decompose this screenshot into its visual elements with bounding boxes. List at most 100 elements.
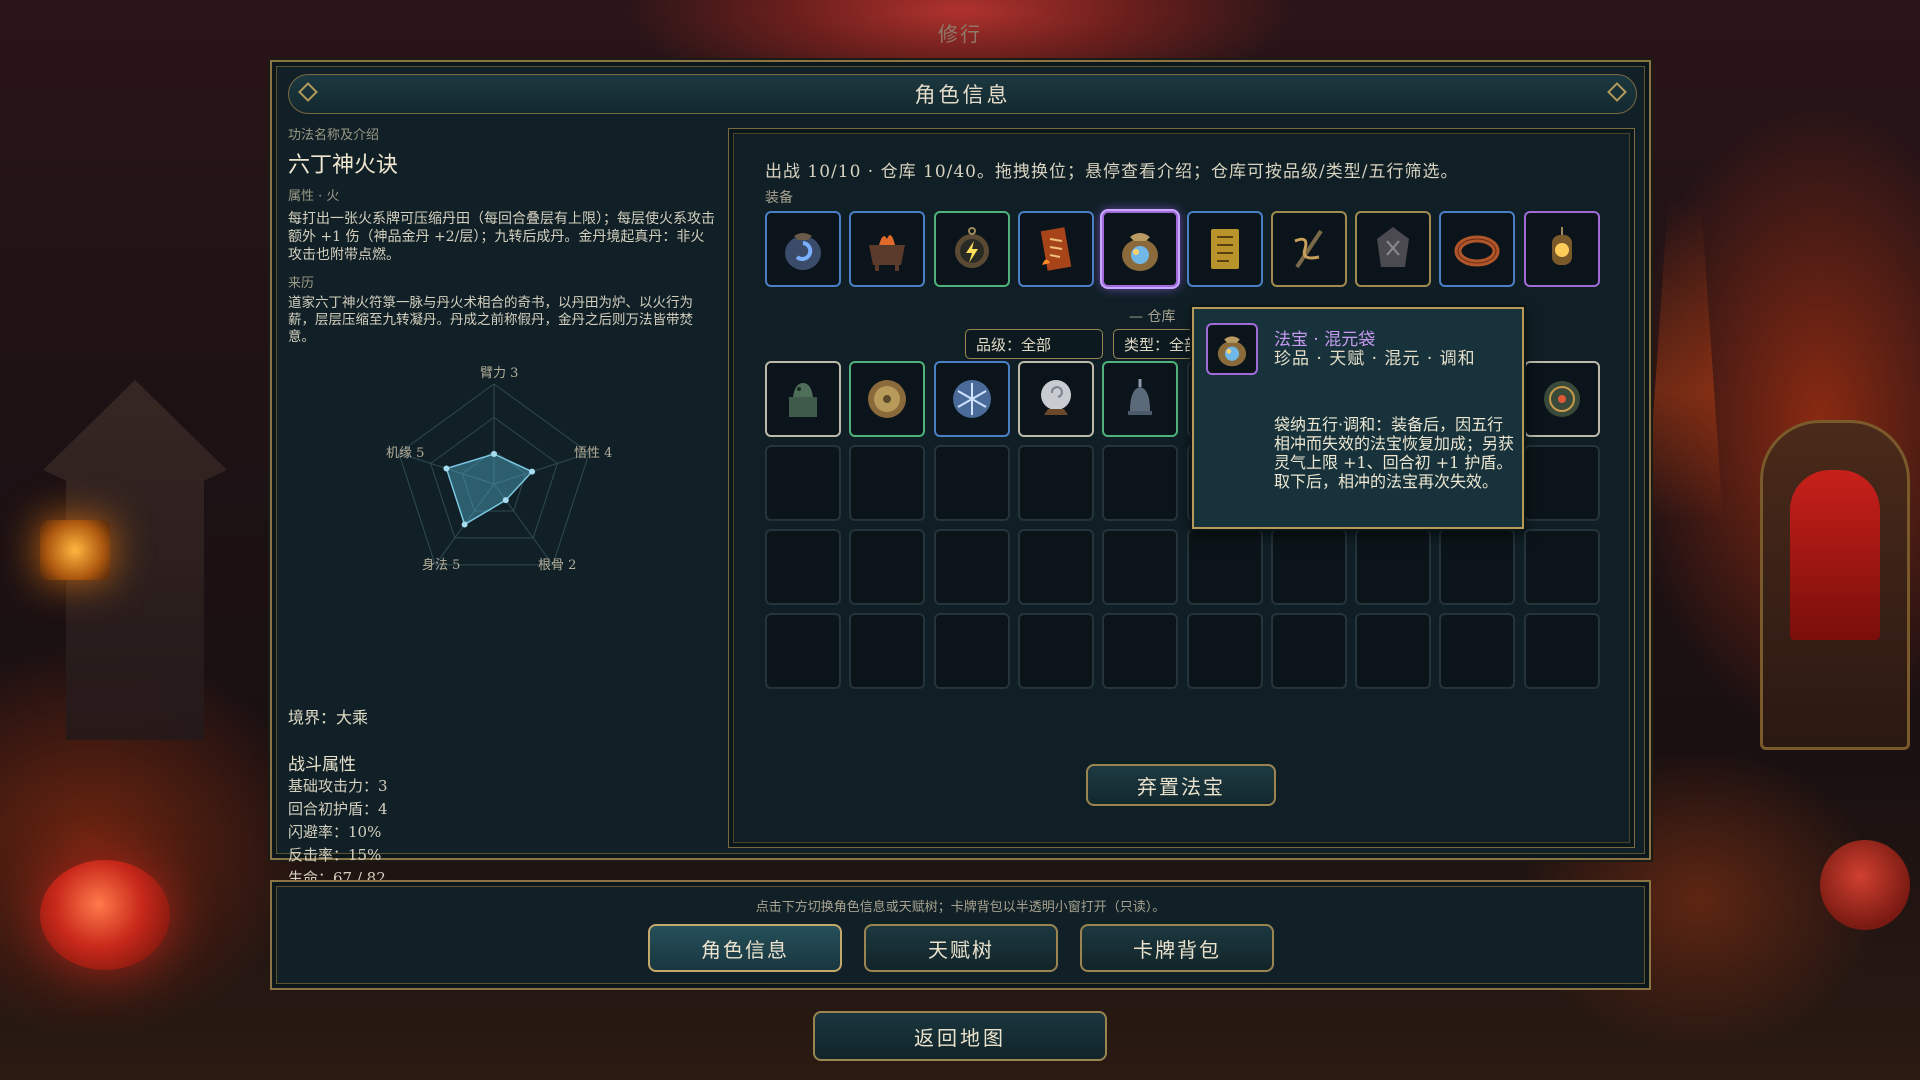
- window-title: 角色信息: [914, 83, 1011, 107]
- empty-slot[interactable]: [1270, 529, 1347, 605]
- empty-slot[interactable]: [849, 613, 926, 689]
- lantern-icon: [1551, 227, 1572, 265]
- combat-stats-title: 战斗属性: [288, 755, 356, 775]
- empty-slot[interactable]: [765, 445, 841, 521]
- item-slot[interactable]: [1439, 211, 1516, 287]
- origin-text: 道家六丁神火符箓一脉与丹火术相合的奇书，以丹田为炉、以火行为薪，层层压缩至九转凝…: [288, 295, 693, 345]
- empty-slot[interactable]: [1523, 613, 1600, 689]
- item-tooltip: 法宝 · 混元袋 珍品 · 天赋 · 混元 · 调和 袋纳五行·调和：装备后，因…: [1192, 307, 1524, 529]
- ornament-icon: [298, 82, 318, 102]
- radar-point: [502, 497, 509, 504]
- radar-label-bone: 根骨 2: [538, 558, 577, 573]
- scene-title: 修行: [938, 22, 982, 46]
- throne-cushion: [1790, 470, 1880, 640]
- ornament-icon: [1607, 82, 1627, 102]
- item-slot[interactable]: [1355, 211, 1432, 287]
- empty-slot[interactable]: [1355, 529, 1432, 605]
- item-slot[interactable]: [765, 211, 841, 287]
- empty-slot[interactable]: [765, 613, 841, 689]
- empty-slot[interactable]: [849, 529, 926, 605]
- radar-point: [529, 468, 536, 475]
- flame-talisman-icon: [1040, 227, 1072, 271]
- radar-area: [445, 453, 534, 526]
- tab-card-bag[interactable]: 卡牌背包: [1080, 924, 1274, 972]
- radar-point: [491, 451, 497, 457]
- combat-stats-list: 基础攻击力：3 回合初护盾：4 闪避率：10% 反击率：15% 生命：67 / …: [288, 775, 388, 890]
- item-slot[interactable]: [765, 361, 841, 437]
- item-slot[interactable]: [933, 211, 1010, 287]
- empty-slot[interactable]: [1439, 613, 1516, 689]
- item-slot[interactable]: [849, 211, 926, 287]
- empty-slot[interactable]: [1017, 613, 1094, 689]
- golden-scroll-icon: [1210, 229, 1239, 269]
- empty-slot[interactable]: [1355, 613, 1432, 689]
- swirl-pouch-icon: [785, 233, 821, 270]
- skill-name: 六丁神火诀: [288, 153, 399, 178]
- item-slot[interactable]: [1523, 211, 1600, 287]
- empty-slot[interactable]: [1186, 613, 1263, 689]
- tooltip-item-tags: 珍品 · 天赋 · 混元 · 调和: [1274, 349, 1476, 369]
- item-slot[interactable]: [933, 361, 1010, 437]
- pot-background: [1820, 840, 1910, 930]
- item-slot[interactable]: [1102, 211, 1179, 287]
- inventory-summary: 出战 10/10 · 仓库 10/40。拖拽换位；悬停查看介绍；仓库可按品级/类…: [765, 162, 1459, 182]
- empty-slot[interactable]: [1102, 445, 1179, 521]
- item-slot[interactable]: [1186, 211, 1263, 287]
- red-orb-background: [40, 860, 170, 970]
- radar-point: [443, 465, 450, 472]
- discard-treasure-button[interactable]: 弃置法宝: [1086, 764, 1276, 806]
- hunyuan-pouch-icon: [1217, 336, 1247, 367]
- equip-label: 装备: [765, 190, 793, 206]
- empty-slot[interactable]: [1017, 445, 1094, 521]
- tooltip-item-icon: [1206, 323, 1258, 375]
- item-slot[interactable]: [1017, 211, 1094, 287]
- empty-slot[interactable]: [1270, 613, 1347, 689]
- item-slot[interactable]: [1017, 361, 1094, 437]
- empty-slot[interactable]: [1102, 529, 1179, 605]
- spirit-pearl-icon: [1040, 380, 1071, 415]
- radar-label-agility: 身法 5: [422, 558, 461, 573]
- radar-label-insight: 悟性 4: [574, 446, 613, 461]
- dragon-staff-icon: [1294, 229, 1323, 269]
- bronze-bracelet-icon: [1454, 235, 1500, 267]
- skill-info-panel: 功法名称及介绍 六丁神火诀 属性 · 火 每打出一张火系牌可压缩丹田（每回合叠层…: [288, 124, 718, 887]
- origin-label: 来历: [288, 276, 315, 291]
- ice-orb-icon: [952, 380, 991, 418]
- type-filter-dropdown[interactable]: 类型：全部: [1113, 329, 1193, 359]
- item-slot[interactable]: [1270, 211, 1347, 287]
- empty-slot[interactable]: [933, 613, 1010, 689]
- item-slot[interactable]: [1523, 361, 1600, 437]
- empty-slot[interactable]: [1186, 529, 1263, 605]
- section-label: 功法名称及介绍: [288, 128, 380, 143]
- stat-dodge: 闪避率：10%: [288, 823, 382, 841]
- empty-slot[interactable]: [1523, 529, 1600, 605]
- lantern-background: [40, 520, 110, 580]
- fire-cauldron-icon: [869, 235, 906, 271]
- warehouse-label: — 仓库: [1129, 309, 1176, 325]
- skill-attribute: 属性 · 火: [288, 189, 340, 204]
- jade-seal-icon: [789, 383, 817, 417]
- item-slot[interactable]: [849, 361, 926, 437]
- tab-character-info[interactable]: 角色信息: [648, 924, 842, 972]
- radar-label-strength: 臂力 3: [480, 366, 519, 381]
- empty-slot[interactable]: [1102, 613, 1179, 689]
- compass-disc-icon: [1543, 381, 1580, 417]
- hunyuan-pouch-icon: [1122, 233, 1159, 271]
- tab-hint: 点击下方切换角色信息或天赋树；卡牌背包以半透明小窗打开（只读）。: [755, 900, 1166, 915]
- empty-slot[interactable]: [1017, 529, 1094, 605]
- skill-description: 每打出一张火系牌可压缩丹田（每回合叠层有上限）；每层使火系攻击额外 +1 伤（神…: [288, 211, 715, 263]
- tooltip-item-description: 袋纳五行·调和：装备后，因五行相冲而失效的法宝恢复加成；另获灵气上限 +1、回合…: [1274, 415, 1515, 491]
- thunder-amulet-icon: [954, 227, 989, 268]
- stat-counter: 反击率：15%: [288, 846, 382, 864]
- empty-slot[interactable]: [933, 529, 1010, 605]
- empty-slot[interactable]: [849, 445, 926, 521]
- empty-slot[interactable]: [1439, 529, 1516, 605]
- tab-talent-tree[interactable]: 天赋树: [864, 924, 1058, 972]
- return-to-map-button[interactable]: 返回地图: [813, 1011, 1107, 1061]
- empty-slot[interactable]: [765, 529, 841, 605]
- attribute-radar-chart: 臂力 3 悟性 4 根骨 2 身法 5 机缘 5: [348, 364, 648, 604]
- grade-filter-dropdown[interactable]: 品级：全部: [965, 329, 1103, 359]
- item-slot[interactable]: [1102, 361, 1179, 437]
- empty-slot[interactable]: [1523, 445, 1600, 521]
- empty-slot[interactable]: [933, 445, 1010, 521]
